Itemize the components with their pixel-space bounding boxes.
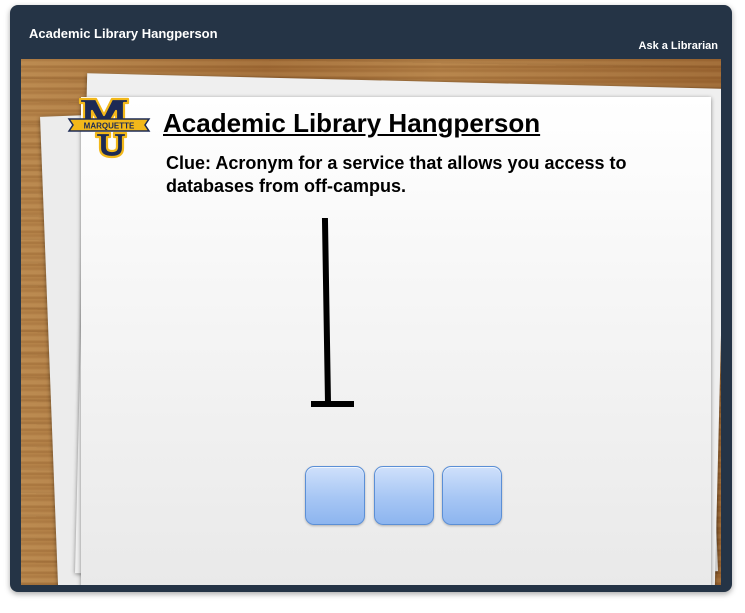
app-window: Academic Library Hangperson Ask a Librar… bbox=[10, 5, 732, 592]
title-bar: Academic Library Hangperson Ask a Librar… bbox=[10, 5, 732, 59]
clue-text: Clue: Acronym for a service that allows … bbox=[166, 153, 627, 196]
gallows-icon bbox=[300, 215, 370, 420]
letter-box-2[interactable] bbox=[374, 466, 434, 525]
game-title: Academic Library Hangperson bbox=[163, 108, 541, 138]
ask-a-librarian-link[interactable]: Ask a Librarian bbox=[639, 40, 718, 52]
letter-box-1[interactable] bbox=[305, 466, 365, 525]
marquette-logo-icon: MARQUETTE bbox=[66, 95, 152, 164]
logo-text: MARQUETTE bbox=[84, 122, 135, 131]
letter-box-3[interactable] bbox=[442, 466, 502, 525]
app-title: Academic Library Hangperson bbox=[29, 26, 218, 41]
